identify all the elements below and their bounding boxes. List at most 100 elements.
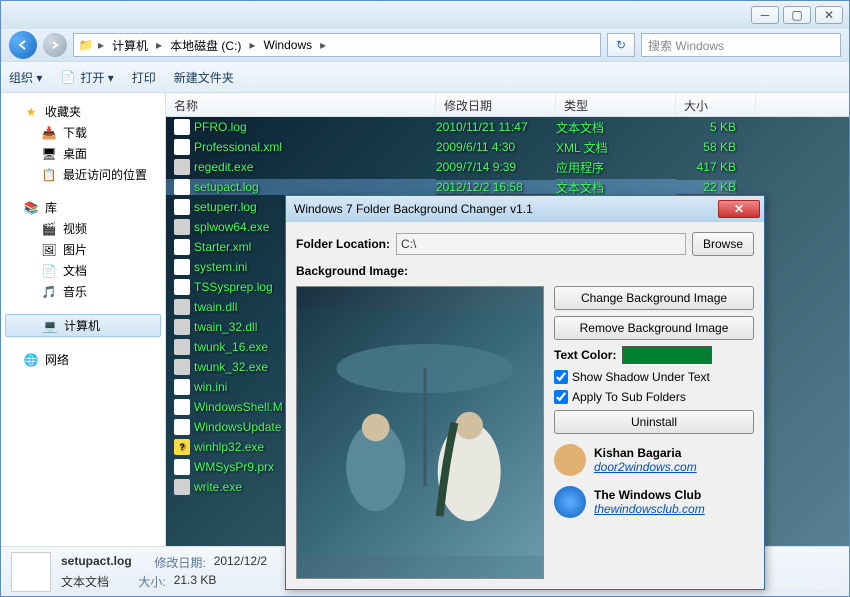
- close-button[interactable]: ✕: [815, 6, 843, 24]
- file-name: setupact.log: [194, 180, 259, 194]
- dialog-title: Windows 7 Folder Background Changer v1.1: [294, 202, 533, 216]
- uninstall-button[interactable]: Uninstall: [554, 410, 754, 434]
- sidebar-item-documents[interactable]: 📄 文档: [1, 260, 165, 281]
- chevron-right-icon: ▸: [154, 38, 164, 52]
- sidebar-item-network[interactable]: 🌐网络: [1, 349, 165, 370]
- file-icon: [174, 159, 190, 175]
- file-type: 应用程序: [556, 159, 676, 176]
- file-icon: [174, 259, 190, 275]
- file-icon: [174, 279, 190, 295]
- file-row[interactable]: PFRO.log2010/11/21 11:47文本文档5 KB: [166, 117, 849, 137]
- address-bar[interactable]: 📁 ▸ 计算机 ▸ 本地磁盘 (C:) ▸ Windows ▸: [73, 33, 601, 57]
- sidebar-item-desktop[interactable]: 🖥桌面: [1, 143, 165, 164]
- breadcrumb-computer[interactable]: 计算机: [108, 35, 152, 56]
- browse-button[interactable]: Browse: [692, 232, 754, 256]
- window-titlebar: ─ ▢ ✕: [1, 1, 849, 29]
- sidebar-label: 最近访问的位置: [63, 166, 147, 183]
- column-name[interactable]: 名称: [166, 93, 436, 116]
- favorites-label: 收藏夹: [45, 103, 81, 120]
- libraries-label: 库: [45, 199, 57, 216]
- open-label: 打开 ▾: [80, 69, 113, 86]
- sidebar-label: 下载: [63, 124, 87, 141]
- column-type[interactable]: 类型: [556, 93, 676, 116]
- file-name: twunk_32.exe: [194, 360, 268, 374]
- folder-bg-changer-dialog: Windows 7 Folder Background Changer v1.1…: [285, 195, 765, 590]
- subfolders-checkbox[interactable]: [554, 390, 568, 404]
- file-name: system.ini: [194, 260, 247, 274]
- sidebar-item-downloads[interactable]: 📥 下载: [1, 122, 165, 143]
- folder-location-input[interactable]: [396, 233, 686, 255]
- file-row[interactable]: setupact.log2012/12/2 16:58文本文档22 KB: [166, 177, 849, 197]
- file-icon: [174, 179, 190, 195]
- new-folder-button[interactable]: 新建文件夹: [174, 69, 234, 86]
- print-button[interactable]: 打印: [132, 69, 156, 86]
- computer-icon: 💻: [42, 318, 58, 334]
- libraries-header[interactable]: 📚库: [1, 197, 165, 218]
- file-icon: [174, 479, 190, 495]
- maximize-button[interactable]: ▢: [783, 6, 811, 24]
- document-icon: 📄: [41, 263, 57, 279]
- file-icon: [174, 239, 190, 255]
- open-button[interactable]: 📄打开 ▾: [60, 69, 113, 86]
- file-thumbnail: [11, 552, 51, 592]
- file-date: 2009/7/14 9:39: [436, 160, 556, 174]
- sidebar-label: 计算机: [64, 317, 100, 334]
- author-name: Kishan Bagaria: [594, 446, 697, 460]
- file-icon: [174, 139, 190, 155]
- chevron-right-icon: ▸: [318, 38, 328, 52]
- background-preview: [296, 286, 544, 579]
- file-icon: [174, 339, 190, 355]
- sidebar-label: 文档: [63, 262, 87, 279]
- file-icon: [174, 319, 190, 335]
- club-link[interactable]: thewindowsclub.com: [594, 502, 705, 516]
- search-placeholder: 搜索 Windows: [648, 37, 724, 54]
- status-size-label: 大小:: [138, 573, 165, 590]
- sidebar-item-videos[interactable]: 🎬视频: [1, 218, 165, 239]
- favorites-header[interactable]: ★收藏夹: [1, 101, 165, 122]
- text-color-swatch[interactable]: [622, 346, 712, 364]
- sidebar-item-recent[interactable]: 📋最近访问的位置: [1, 164, 165, 185]
- file-row[interactable]: regedit.exe2009/7/14 9:39应用程序417 KB: [166, 157, 849, 177]
- file-icon: [174, 399, 190, 415]
- column-size[interactable]: 大小: [676, 93, 756, 116]
- file-row[interactable]: Professional.xml2009/6/11 4:30XML 文档58 K…: [166, 137, 849, 157]
- column-date[interactable]: 修改日期: [436, 93, 556, 116]
- file-size: 22 KB: [676, 180, 736, 194]
- file-icon: [174, 359, 190, 375]
- file-icon: [174, 459, 190, 475]
- dialog-close-button[interactable]: ✕: [718, 200, 760, 218]
- change-bg-button[interactable]: Change Background Image: [554, 286, 754, 310]
- sidebar-label: 桌面: [63, 145, 87, 162]
- download-icon: 📥: [41, 125, 57, 141]
- file-date: 2012/12/2 16:58: [436, 180, 556, 194]
- navigation-row: 📁 ▸ 计算机 ▸ 本地磁盘 (C:) ▸ Windows ▸ ↻ 搜索 Win…: [1, 29, 849, 61]
- search-input[interactable]: 搜索 Windows: [641, 33, 841, 57]
- picture-icon: 🖼: [41, 242, 57, 258]
- file-name: WindowsUpdate: [194, 420, 281, 434]
- breadcrumb-folder[interactable]: Windows: [259, 36, 316, 54]
- dialog-titlebar[interactable]: Windows 7 Folder Background Changer v1.1…: [286, 196, 764, 222]
- minimize-button[interactable]: ─: [751, 6, 779, 24]
- author-link[interactable]: door2windows.com: [594, 460, 697, 474]
- sidebar-item-pictures[interactable]: 🖼图片: [1, 239, 165, 260]
- file-date: 2010/11/21 11:47: [436, 120, 556, 134]
- file-type: 文本文档: [556, 119, 676, 136]
- sidebar-item-music[interactable]: 🎵音乐: [1, 281, 165, 302]
- preview-image: [297, 287, 543, 578]
- breadcrumb-drive[interactable]: 本地磁盘 (C:): [166, 35, 245, 56]
- text-color-label: Text Color:: [554, 348, 616, 362]
- file-icon: [174, 419, 190, 435]
- shadow-checkbox[interactable]: [554, 370, 568, 384]
- refresh-button[interactable]: ↻: [607, 33, 635, 57]
- chevron-right-icon: ▸: [96, 38, 106, 52]
- sidebar-item-computer[interactable]: 💻 计算机: [5, 314, 161, 337]
- column-headers: 名称 修改日期 类型 大小: [166, 93, 849, 117]
- forward-button[interactable]: [43, 33, 67, 57]
- chevron-right-icon: ▸: [247, 38, 257, 52]
- video-icon: 🎬: [41, 221, 57, 237]
- back-button[interactable]: [9, 31, 37, 59]
- file-name: PFRO.log: [194, 120, 247, 134]
- organize-button[interactable]: 组织 ▾: [9, 69, 42, 86]
- remove-bg-button[interactable]: Remove Background Image: [554, 316, 754, 340]
- toolbar: 组织 ▾ 📄打开 ▾ 打印 新建文件夹: [1, 61, 849, 93]
